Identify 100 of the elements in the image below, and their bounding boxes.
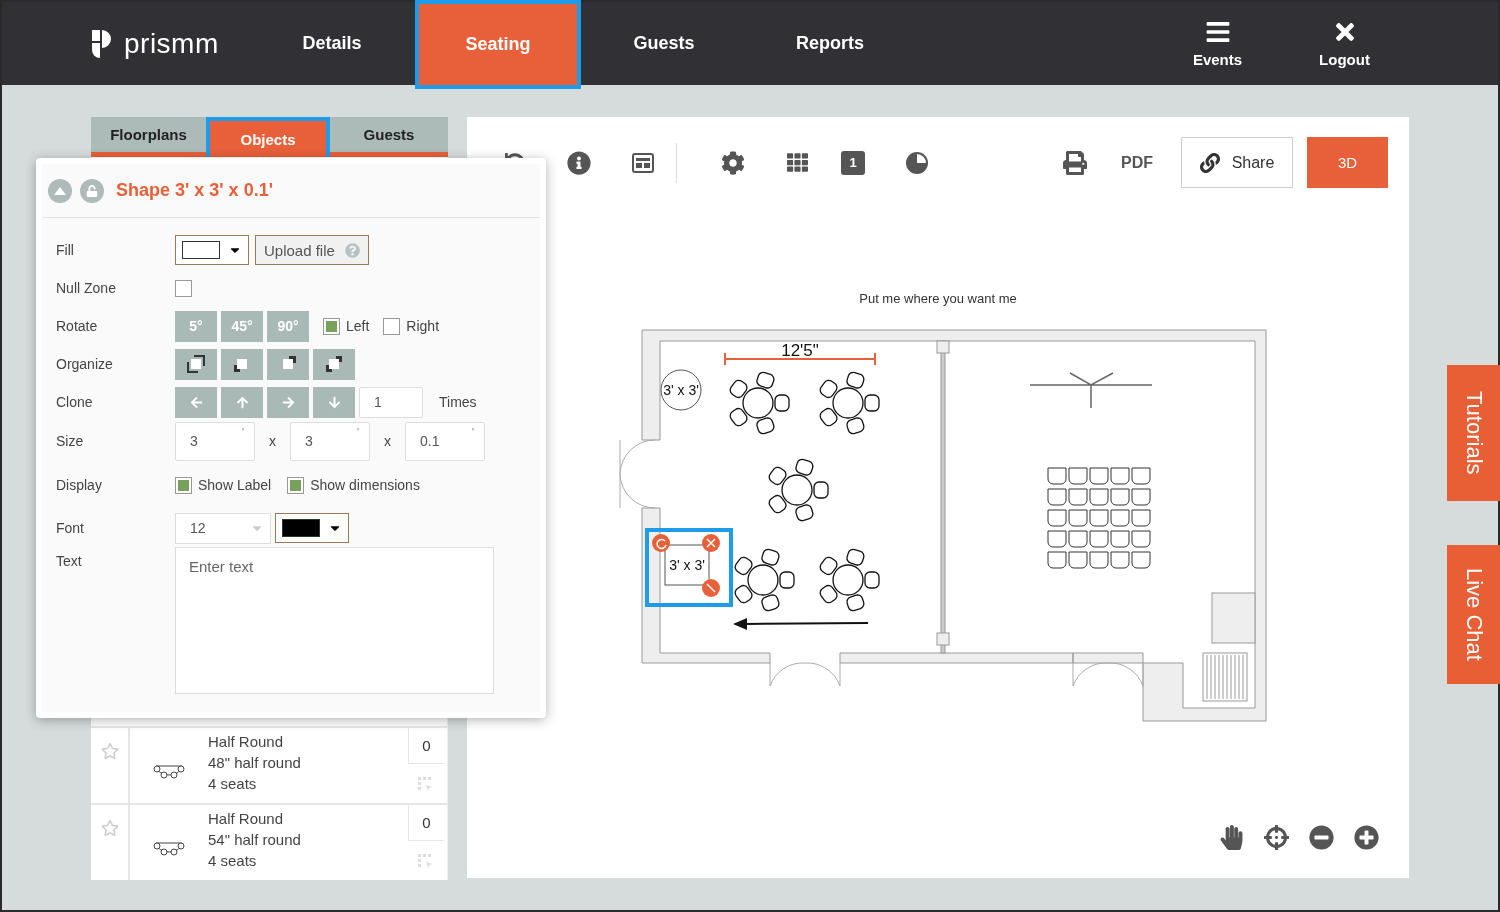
field-label: Clone [56, 394, 94, 410]
settings-icon [721, 150, 745, 175]
print-icon [1063, 150, 1087, 175]
size-field[interactable]: 3 ' [175, 421, 255, 461]
layout-icon [632, 152, 654, 173]
zoom-out-button[interactable] [1307, 823, 1336, 852]
round-table-drawing [727, 370, 790, 436]
favorite-star-icon[interactable] [100, 819, 119, 837]
help-icon [344, 242, 360, 258]
down-arrow-icon [327, 395, 341, 409]
share-button[interactable]: Share [1181, 137, 1293, 188]
field-label: Font [56, 520, 85, 536]
object-description: 54" half round [208, 830, 302, 850]
unlock-icon [86, 184, 98, 197]
right-arrow-icon [281, 395, 295, 409]
pdf-button[interactable]: PDF [1115, 152, 1159, 173]
door-drawing [1072, 662, 1144, 687]
fill-color-dropdown[interactable] [175, 235, 249, 265]
object-count: 0 [408, 805, 444, 841]
font-color-dropdown[interactable] [275, 513, 349, 543]
checkbox-label: Left [346, 318, 370, 334]
delete-handle[interactable] [702, 534, 720, 552]
grid-icon [786, 152, 808, 173]
round-table-drawing [817, 370, 880, 436]
checkbox-label: Right [406, 318, 440, 334]
round-table-drawing [817, 547, 880, 613]
dimension-label: 12'5" [781, 341, 819, 360]
nav-tab[interactable]: Guests [581, 2, 747, 85]
checkbox[interactable] [175, 476, 192, 494]
nav-tab[interactable]: Details [249, 2, 415, 85]
crosshair-icon [1264, 825, 1289, 850]
left-arrow-icon [189, 395, 203, 409]
field-label: Text [56, 552, 83, 569]
text-input[interactable]: Enter text [175, 547, 494, 694]
checkbox[interactable] [287, 476, 305, 494]
nav-action-button[interactable]: Logout [1281, 2, 1408, 85]
field-label: Null Zone [56, 280, 117, 296]
resize-handle[interactable] [702, 579, 720, 597]
size-field[interactable]: 3 ' [290, 421, 370, 461]
page-number-button[interactable]: 1 [841, 150, 865, 175]
round-table-drawing [732, 547, 795, 613]
field-label: Rotate [56, 318, 99, 334]
font-size-dropdown[interactable]: 12 [175, 512, 271, 544]
layer-order-icon [187, 355, 205, 373]
layer-order-icon [325, 355, 343, 373]
rotate-handle[interactable] [652, 534, 670, 552]
times-sign: x [269, 433, 276, 449]
link-icon [1199, 152, 1220, 173]
size-field[interactable]: 0.1 ' [405, 421, 485, 461]
checkbox[interactable] [323, 317, 340, 335]
layer-order-button[interactable] [221, 348, 263, 380]
pillar-drawing [1211, 592, 1256, 644]
info-icon [567, 150, 591, 175]
field-label: Display [56, 477, 103, 493]
layer-order-button[interactable] [175, 348, 217, 380]
half-round-table-icon [153, 762, 185, 779]
half-round-table-icon [153, 839, 185, 856]
object-count: 0 [408, 728, 444, 764]
center-button[interactable] [1262, 823, 1291, 852]
nav-action-button[interactable]: Events [1154, 2, 1281, 85]
zoom-out-icon [1309, 825, 1334, 850]
checkbox-label: Show dimensions [310, 477, 420, 493]
object-name: Half Round [208, 732, 285, 752]
checkbox-label: Show Label [198, 477, 272, 493]
clone-count-field[interactable]: 1 [359, 386, 423, 418]
object-description: 48" half round [208, 753, 302, 773]
panel-tab[interactable]: Guests [330, 117, 448, 152]
popup-title: Shape 3' x 3' x 0.1' [116, 180, 273, 201]
upload-file-button[interactable]: Upload file [255, 235, 369, 265]
square-shape[interactable] [664, 544, 710, 586]
hand-icon [1219, 825, 1244, 850]
field-label: Fill [56, 242, 75, 258]
object-name: Half Round [208, 809, 285, 829]
object-seats: 4 seats [208, 850, 405, 871]
checkbox[interactable] [175, 279, 192, 297]
logo-text: prismm [124, 27, 219, 60]
zoom-in-icon [1354, 825, 1379, 850]
hint-text: Put me where you want me [858, 291, 1018, 306]
layer-order-button[interactable] [267, 348, 309, 380]
up-arrow-icon [235, 395, 249, 409]
field-label: Organize [56, 356, 114, 372]
times-label: Times [439, 394, 477, 410]
round-table-drawing [766, 457, 829, 523]
logo-icon [90, 27, 112, 60]
zoom-in-button[interactable] [1352, 823, 1381, 852]
nav-tab[interactable]: Reports [747, 2, 913, 85]
layer-order-button[interactable] [313, 348, 355, 380]
menu-icon [1204, 19, 1231, 45]
favorite-star-icon[interactable] [100, 742, 119, 760]
stairs-drawing [1202, 652, 1248, 702]
door-drawing [769, 662, 841, 687]
round-shape[interactable] [660, 369, 702, 411]
up-triangle-icon [54, 186, 66, 195]
panel-tab[interactable]: Floorplans [91, 117, 206, 152]
pie-chart-icon [905, 150, 929, 175]
object-seats: 4 seats [208, 773, 405, 794]
checkbox[interactable] [383, 317, 401, 335]
field-label: Size [56, 433, 85, 449]
door-drawing [619, 439, 656, 509]
shape-label: 3' x 3' [669, 557, 705, 573]
